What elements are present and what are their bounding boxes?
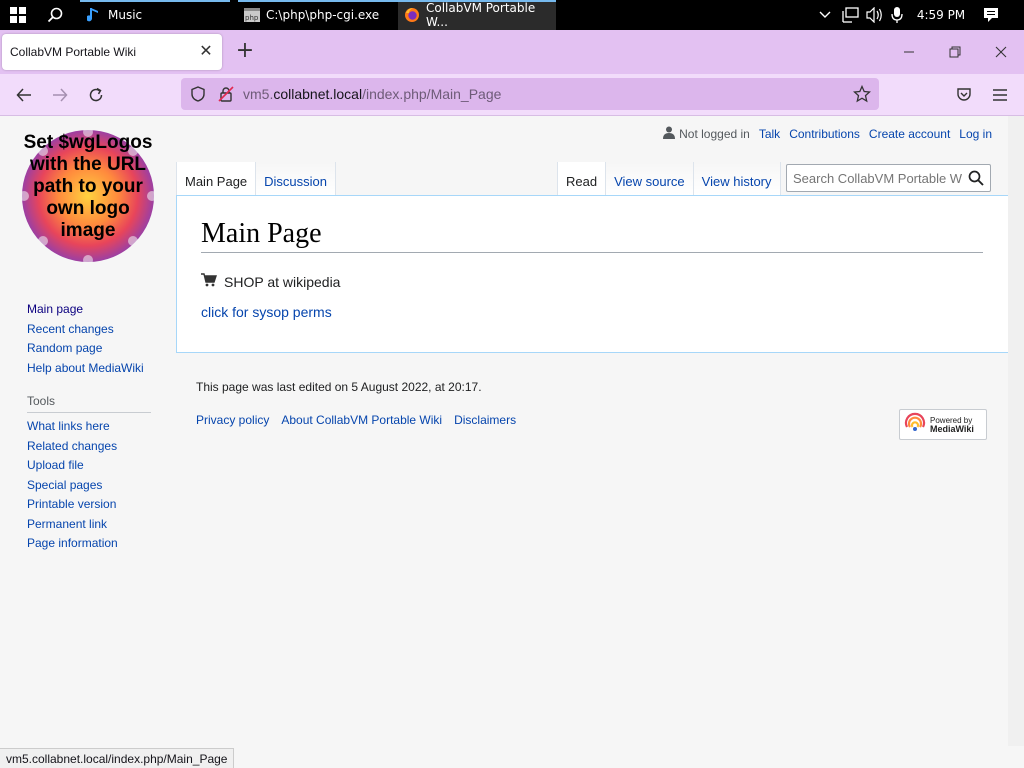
taskbar-app-label: C:\php\php-cgi.exe <box>266 8 380 22</box>
svg-text:php: php <box>245 14 259 22</box>
browser-tab-strip: CollabVM Portable Wiki ✕ + <box>0 30 1024 74</box>
php-console-icon: php <box>244 7 260 23</box>
browser-navigation-bar: vm5.collabnet.local/index.php/Main_Page <box>0 74 1024 116</box>
last-edited-info: This page was last edited on 5 August 20… <box>196 380 482 394</box>
music-note-icon <box>86 7 102 23</box>
microphone-icon[interactable] <box>888 0 906 30</box>
insecure-lock-icon[interactable] <box>217 85 235 103</box>
reload-icon[interactable] <box>81 80 111 110</box>
app-running-indicator <box>398 0 556 2</box>
tab-view-history[interactable]: View history <box>693 162 781 195</box>
forward-arrow-icon[interactable] <box>45 80 75 110</box>
hamburger-menu-icon[interactable] <box>985 80 1015 110</box>
sidebar-tools: What links here Related changes Upload f… <box>27 417 118 554</box>
search-icon[interactable] <box>968 170 984 186</box>
disclaimers-link[interactable]: Disclaimers <box>454 413 516 427</box>
page-scrollbar[interactable] <box>1008 116 1024 746</box>
privacy-policy-link[interactable]: Privacy policy <box>196 413 269 427</box>
firefox-icon <box>404 7 420 23</box>
sidebar-navigation: Main page Recent changes Random page Hel… <box>27 300 144 378</box>
sidebar-item-printable-version[interactable]: Printable version <box>27 495 118 515</box>
restore-window-icon[interactable] <box>932 30 978 74</box>
chevron-up-icon[interactable] <box>816 0 834 30</box>
close-window-icon[interactable] <box>978 30 1024 74</box>
address-bar[interactable]: vm5.collabnet.local/index.php/Main_Page <box>181 78 879 110</box>
url-host: collabnet.local <box>273 86 363 102</box>
contributions-link[interactable]: Contributions <box>789 127 860 141</box>
sysop-perms-link[interactable]: click for sysop perms <box>201 304 332 320</box>
sidebar-item-page-information[interactable]: Page information <box>27 534 118 554</box>
talk-link[interactable]: Talk <box>759 127 780 141</box>
page-content: Main Page SHOP at wikipedia click for sy… <box>176 195 1008 353</box>
pocket-icon[interactable] <box>949 80 979 110</box>
notifications-icon[interactable] <box>978 0 1004 30</box>
network-icon[interactable] <box>840 0 862 30</box>
user-icon <box>663 126 676 142</box>
not-logged-in-label: Not logged in <box>679 127 750 141</box>
app-running-indicator <box>80 0 230 2</box>
wiki-search-box <box>786 164 991 192</box>
sidebar-item-help[interactable]: Help about MediaWiki <box>27 359 144 379</box>
shop-text: SHOP at wikipedia <box>224 273 341 290</box>
shopping-cart-icon <box>201 273 217 290</box>
taskbar-app-label: Music <box>108 8 143 22</box>
taskbar-app-php-cgi[interactable]: php C:\php\php-cgi.exe <box>238 0 398 30</box>
sidebar-item-main-page[interactable]: Main page <box>27 300 144 320</box>
mediawiki-flower-icon <box>904 412 926 437</box>
minimize-window-icon[interactable] <box>886 30 932 74</box>
tab-main-page[interactable]: Main Page <box>176 162 257 195</box>
shop-line: SHOP at wikipedia <box>201 273 340 290</box>
log-in-link[interactable]: Log in <box>959 127 992 141</box>
url-path: /index.php/Main_Page <box>362 86 502 102</box>
new-tab-icon[interactable]: + <box>234 40 256 64</box>
tab-view-source[interactable]: View source <box>606 162 694 195</box>
sidebar-item-what-links-here[interactable]: What links here <box>27 417 118 437</box>
about-link[interactable]: About CollabVM Portable Wiki <box>281 413 442 427</box>
close-tab-icon[interactable]: ✕ <box>198 43 214 61</box>
back-arrow-icon[interactable] <box>9 80 39 110</box>
powered-by-text: Powered by MediaWiki <box>930 416 974 434</box>
personal-tools: Not logged in Talk Contributions Create … <box>663 126 992 142</box>
volume-icon[interactable] <box>864 0 886 30</box>
link-status-bar: vm5.collabnet.local/index.php/Main_Page <box>0 748 235 768</box>
taskbar-clock[interactable]: 4:59 PM <box>912 0 970 30</box>
browser-tab-active[interactable]: CollabVM Portable Wiki ✕ <box>2 34 222 70</box>
search-icon[interactable] <box>40 0 70 30</box>
sidebar-item-upload-file[interactable]: Upload file <box>27 456 118 476</box>
page-title: Main Page <box>201 218 983 253</box>
bookmark-star-icon[interactable] <box>853 85 871 103</box>
windows-taskbar: Music php C:\php\php-cgi.exe CollabVM Po… <box>0 0 1024 30</box>
powered-by-line2: MediaWiki <box>930 423 974 434</box>
sidebar-item-related-changes[interactable]: Related changes <box>27 437 118 457</box>
powered-by-mediawiki-badge[interactable]: Powered by MediaWiki <box>899 409 987 440</box>
tracking-protection-shield-icon[interactable] <box>189 85 207 103</box>
windows-start-icon[interactable] <box>4 0 32 30</box>
browser-tab-title: CollabVM Portable Wiki <box>10 45 137 59</box>
sidebar-item-recent-changes[interactable]: Recent changes <box>27 320 144 340</box>
wiki-page: Set $wgLogos with the URL path to your o… <box>0 116 1008 746</box>
url-text[interactable]: vm5.collabnet.local/index.php/Main_Page <box>243 86 501 102</box>
taskbar-app-firefox[interactable]: CollabVM Portable W... <box>398 0 556 30</box>
sidebar-item-special-pages[interactable]: Special pages <box>27 476 118 496</box>
tab-read[interactable]: Read <box>557 162 607 195</box>
create-account-link[interactable]: Create account <box>869 127 950 141</box>
taskbar-app-music[interactable]: Music <box>80 0 230 30</box>
view-tabs: Read View source View history <box>557 162 781 195</box>
sidebar-item-permanent-link[interactable]: Permanent link <box>27 515 118 535</box>
wiki-logo-text: Set $wgLogos with the URL path to your o… <box>23 132 153 241</box>
sidebar-tools-heading: Tools <box>27 394 151 413</box>
footer-links: Privacy policy About CollabVM Portable W… <box>196 413 528 427</box>
app-running-indicator <box>238 0 398 2</box>
sidebar-item-random-page[interactable]: Random page <box>27 339 144 359</box>
namespace-tabs: Main Page Discussion <box>176 162 337 195</box>
search-input[interactable] <box>787 165 962 191</box>
url-prefix: vm5. <box>243 86 274 102</box>
tab-discussion[interactable]: Discussion <box>256 162 337 195</box>
taskbar-app-label: CollabVM Portable W... <box>426 1 536 29</box>
